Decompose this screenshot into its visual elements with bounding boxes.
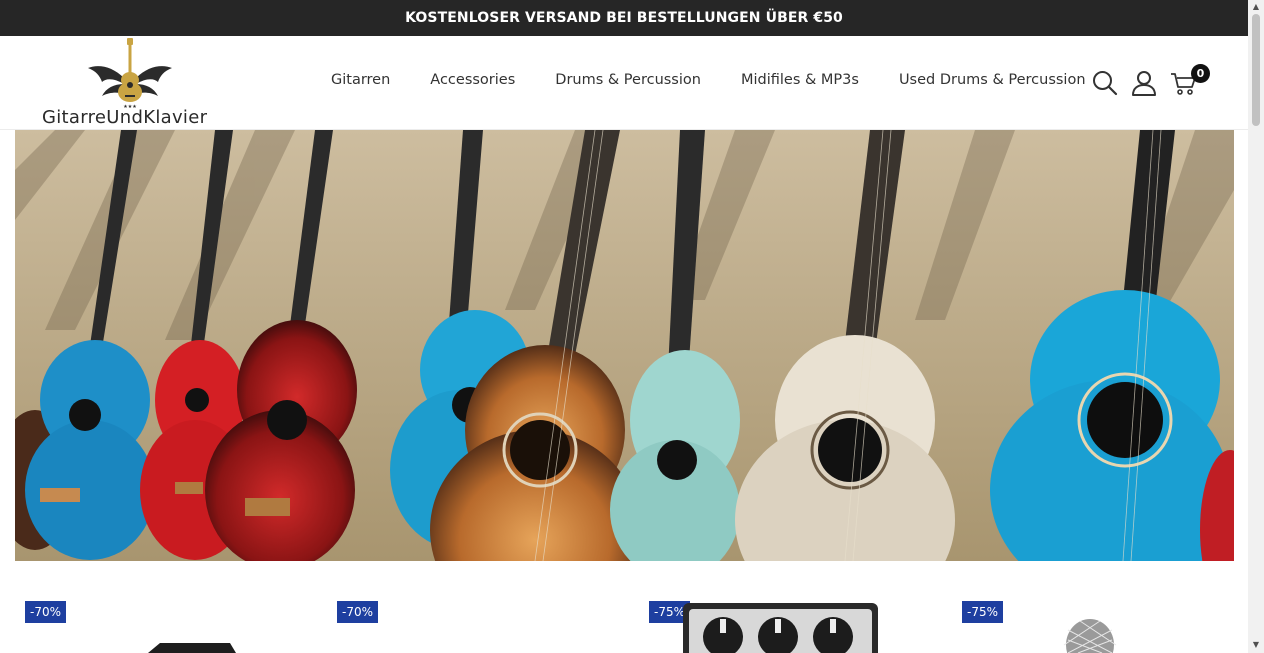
guitar-logo-icon: ★★★ (88, 38, 172, 110)
product-image-4[interactable] (1060, 585, 1120, 653)
scroll-up-arrow-icon[interactable]: ▲ (1251, 2, 1261, 12)
product-image-1[interactable] (140, 585, 240, 653)
discount-badge: -70% (25, 601, 67, 623)
guitars-photo (15, 130, 1234, 561)
scrollbar-thumb[interactable] (1252, 14, 1260, 126)
site-header: ★★★ GitarreUndKlavier Gitarren Accessori… (0, 36, 1248, 130)
nav-item-drums-percussion[interactable]: Drums & Percussion (555, 72, 701, 94)
discount-badge: -75% (962, 601, 1004, 623)
nav-item-gitarren[interactable]: Gitarren (331, 72, 390, 94)
scroll-down-arrow-icon[interactable]: ▼ (1251, 640, 1261, 650)
nav-item-used-drums-percussion[interactable]: Used Drums & Percussion (899, 72, 1086, 94)
nav-item-accessories[interactable]: Accessories (430, 72, 515, 94)
product-image-3[interactable] (683, 585, 878, 653)
main-nav: Gitarren Accessories Drums & Percussion … (331, 72, 1126, 94)
user-icon[interactable] (1130, 69, 1158, 97)
discount-badge: -70% (337, 601, 379, 623)
announcement-bar: KOSTENLOSER VERSAND BEI BESTELLUNGEN ÜBE… (0, 0, 1248, 36)
nav-item-midifiles-mp3s[interactable]: Midifiles & MP3s (741, 72, 859, 94)
search-icon[interactable] (1091, 69, 1119, 97)
hero-banner-image[interactable] (15, 130, 1234, 561)
announcement-text: KOSTENLOSER VERSAND BEI BESTELLUNGEN ÜBE… (405, 10, 843, 26)
cart-count-badge: 0 (1191, 64, 1210, 83)
logo[interactable]: ★★★ GitarreUndKlavier (40, 38, 218, 128)
logo-text: GitarreUndKlavier (42, 107, 208, 128)
